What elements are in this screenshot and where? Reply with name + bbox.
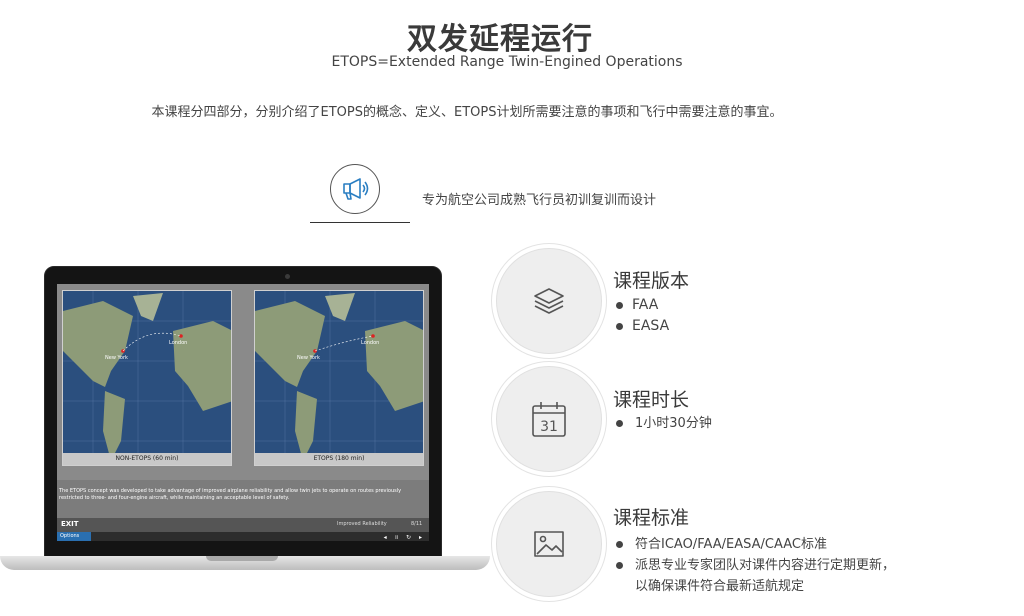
feature-duration-list: 1小时30分钟 bbox=[616, 413, 712, 434]
feature-version-title: 课程版本 bbox=[613, 270, 690, 292]
feature-standard-title: 课程标准 bbox=[613, 507, 690, 529]
world-map-graphic bbox=[63, 291, 231, 465]
list-item: FAA bbox=[616, 295, 669, 316]
slide-body-text: The ETOPS concept was developed to take … bbox=[57, 480, 429, 518]
course-intro: 本课程分四部分，分别介绍了ETOPS的概念、定义、ETOPS计划所需要注意的事项… bbox=[151, 105, 783, 120]
map-etops: New York London ETOPS (180 min) bbox=[254, 290, 424, 466]
megaphone-icon bbox=[343, 178, 369, 200]
player-options-bar: Options ◂ ॥ ↻ ▸ bbox=[57, 532, 429, 541]
badge-underline bbox=[310, 222, 410, 223]
calendar-day: 31 bbox=[540, 419, 558, 435]
options-button[interactable]: Options bbox=[57, 532, 91, 541]
badge-circle bbox=[330, 164, 380, 214]
player-control-bar: EXIT Improved Reliability 8/11 bbox=[57, 518, 429, 532]
map-caption: NON-ETOPS (60 min) bbox=[63, 453, 231, 465]
feature-duration-circle: 31 bbox=[496, 366, 602, 472]
page-subtitle: ETOPS=Extended Range Twin-Engined Operat… bbox=[331, 54, 683, 70]
city-label-b: London bbox=[169, 340, 188, 346]
webcam bbox=[285, 274, 290, 279]
slide-title: Improved Reliability bbox=[337, 521, 387, 527]
list-item: 1小时30分钟 bbox=[616, 413, 712, 434]
city-label-a: New York bbox=[297, 355, 320, 361]
feature-version-circle bbox=[496, 248, 602, 354]
laptop-screen: New York London NON-ETOPS (60 min) New Y… bbox=[57, 284, 429, 541]
list-item-continuation: 以确保课件符合最新适航规定 bbox=[635, 579, 805, 594]
page-counter: 8/11 bbox=[411, 521, 423, 527]
playback-controls[interactable]: ◂ ॥ ↻ ▸ bbox=[384, 533, 425, 541]
page-title: 双发延程运行 bbox=[407, 22, 593, 57]
laptop-notch bbox=[206, 556, 278, 561]
feature-version-list: FAA EASA bbox=[616, 295, 669, 337]
city-label-a: New York bbox=[105, 355, 128, 361]
feature-duration-title: 课程时长 bbox=[613, 389, 690, 411]
badge-text: 专为航空公司成熟飞行员初训复训而设计 bbox=[422, 193, 657, 208]
feature-standard-list: 符合ICAO/FAA/EASA/CAAC标准 派思专业专家团队对课件内容进行定期… bbox=[616, 534, 895, 597]
image-icon bbox=[534, 531, 564, 557]
map-caption: ETOPS (180 min) bbox=[255, 453, 423, 465]
map-non-etops: New York London NON-ETOPS (60 min) bbox=[62, 290, 232, 466]
laptop-preview: New York London NON-ETOPS (60 min) New Y… bbox=[0, 264, 490, 616]
laptop-lid: New York London NON-ETOPS (60 min) New Y… bbox=[44, 266, 442, 558]
world-map-graphic bbox=[255, 291, 423, 465]
calendar-icon: 31 bbox=[532, 402, 566, 437]
exit-button[interactable]: EXIT bbox=[61, 520, 79, 528]
layers-icon bbox=[534, 288, 564, 314]
feature-standard-circle bbox=[496, 491, 602, 597]
list-item: 派思专业专家团队对课件内容进行定期更新， bbox=[616, 555, 895, 576]
list-item: EASA bbox=[616, 316, 669, 337]
city-label-b: London bbox=[361, 340, 380, 346]
list-item: 符合ICAO/FAA/EASA/CAAC标准 bbox=[616, 534, 895, 555]
